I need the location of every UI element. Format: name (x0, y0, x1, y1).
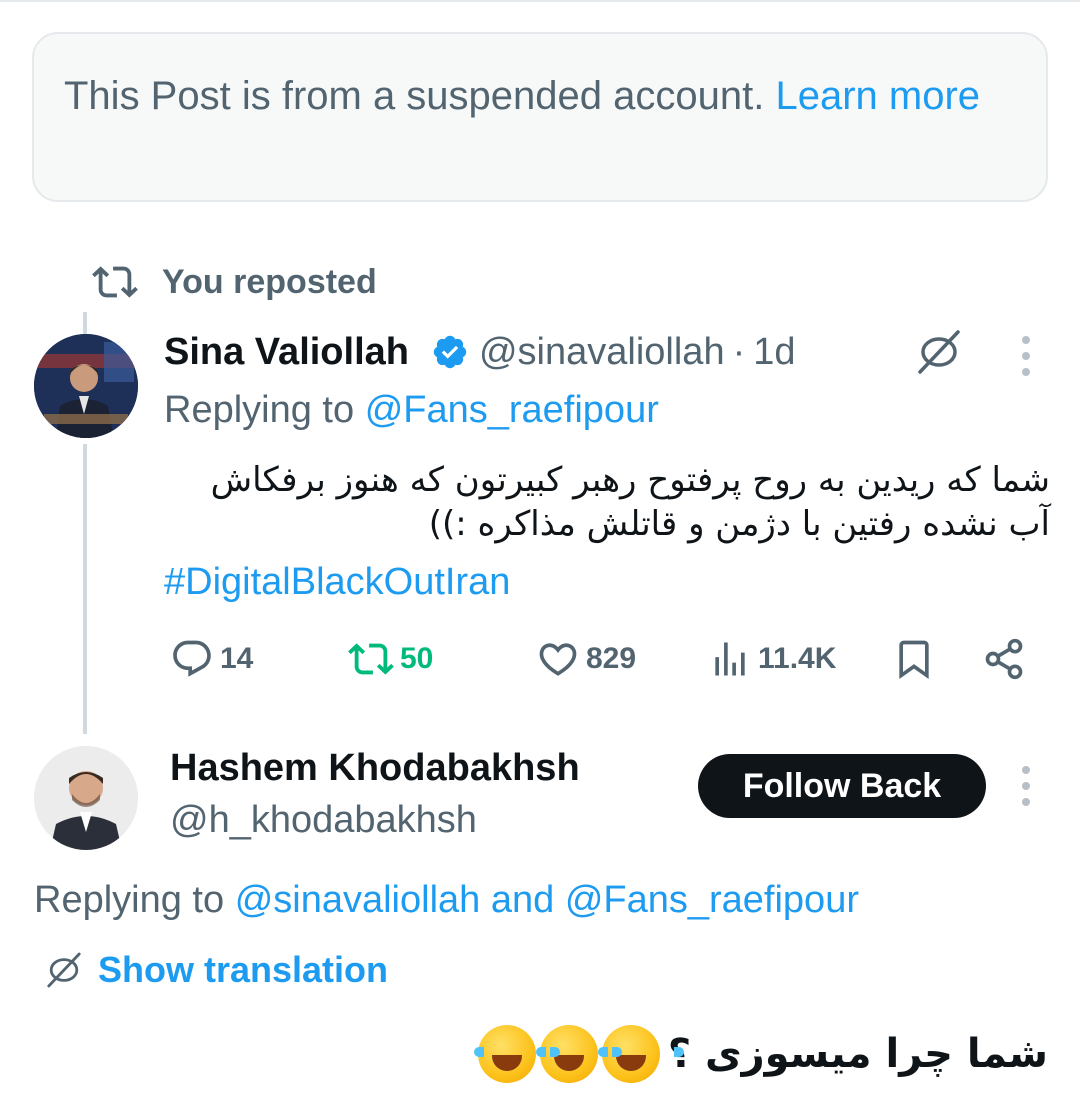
thread-line (83, 444, 87, 734)
repost-icon (348, 643, 394, 675)
avatar-sina[interactable] (34, 334, 138, 438)
tweet-actions: 14 50 829 11.4K (164, 636, 1034, 682)
replying-to-link-1[interactable]: @sinavaliollah (235, 879, 481, 921)
reply-button[interactable]: 14 (170, 636, 253, 682)
time-separator: · (732, 330, 746, 373)
show-translation-button[interactable]: Show translation (44, 946, 388, 994)
reply-icon (173, 640, 211, 677)
replying-to-link[interactable]: @Fans_raefipour (365, 389, 659, 431)
replying-to: Replying to @Fans_raefipour (164, 384, 659, 436)
replying-to-link-2[interactable]: @Fans_raefipour (565, 879, 859, 921)
avatar-hashem[interactable] (34, 746, 138, 850)
hashtag-link[interactable]: #DigitalBlackOutIran (164, 558, 510, 606)
views-button[interactable]: 11.4K (708, 636, 836, 682)
heart-icon (539, 643, 577, 676)
reply-replying-to: Replying to @sinavaliollah and @Fans_rae… (34, 874, 859, 926)
reply-text: شما چرا میسوزی ؟ (473, 1024, 1048, 1084)
avatar-sina-image (34, 334, 138, 438)
bookmark-button[interactable] (892, 636, 942, 682)
retweet-icon (92, 266, 138, 298)
post-time[interactable]: 1d (753, 331, 795, 374)
translation-off-icon[interactable] (914, 330, 964, 374)
tweet-text: شما که ریدین به روح پرفتوح رهبر کبیرتون … (210, 460, 1050, 544)
reply-author-name[interactable]: Hashem Khodabakhsh (170, 742, 580, 794)
show-translation-label: Show translation (98, 949, 389, 990)
bookmark-icon (899, 640, 929, 680)
tears-of-joy-emoji (473, 1025, 560, 1083)
avatar-hashem-image (34, 746, 138, 850)
suspended-notice-text: This Post is from a suspended account. (64, 74, 765, 118)
more-options-icon[interactable] (1020, 336, 1032, 376)
suspended-notice: This Post is from a suspended account. L… (32, 32, 1048, 202)
repost-banner: You reposted (92, 258, 377, 306)
tears-of-joy-emoji-group (473, 1025, 684, 1083)
views-chart-icon (715, 642, 745, 676)
views-count: 11.4K (758, 642, 837, 675)
reply-more-options-icon[interactable] (1020, 766, 1032, 806)
share-button[interactable] (982, 636, 1032, 682)
like-count: 829 (586, 642, 637, 675)
thread-line-top (83, 312, 87, 336)
tweet-header: Sina Valiollah @sinavaliollah · 1d (164, 326, 796, 378)
reply-author-handle[interactable]: @h_khodabakhsh (170, 794, 477, 846)
verified-badge-icon (433, 335, 467, 369)
top-divider (0, 0, 1080, 2)
author-name[interactable]: Sina Valiollah (164, 331, 409, 374)
like-button[interactable]: 829 (536, 636, 636, 682)
replying-to-prefix: Replying to (164, 389, 355, 431)
reply-count: 14 (220, 642, 254, 675)
share-icon (985, 638, 1023, 680)
replying-and: and (490, 879, 555, 921)
repost-button[interactable]: 50 (348, 636, 433, 682)
repost-banner-label: You reposted (162, 262, 377, 301)
learn-more-link[interactable]: Learn more (775, 74, 980, 118)
follow-back-button[interactable]: Follow Back (698, 754, 986, 818)
author-handle[interactable]: @sinavaliollah (479, 331, 725, 374)
translation-off-icon (47, 952, 81, 988)
repost-count: 50 (400, 642, 434, 675)
reply-replying-prefix: Replying to (34, 879, 225, 921)
reply-text-content: شما چرا میسوزی ؟ (667, 1031, 1048, 1077)
